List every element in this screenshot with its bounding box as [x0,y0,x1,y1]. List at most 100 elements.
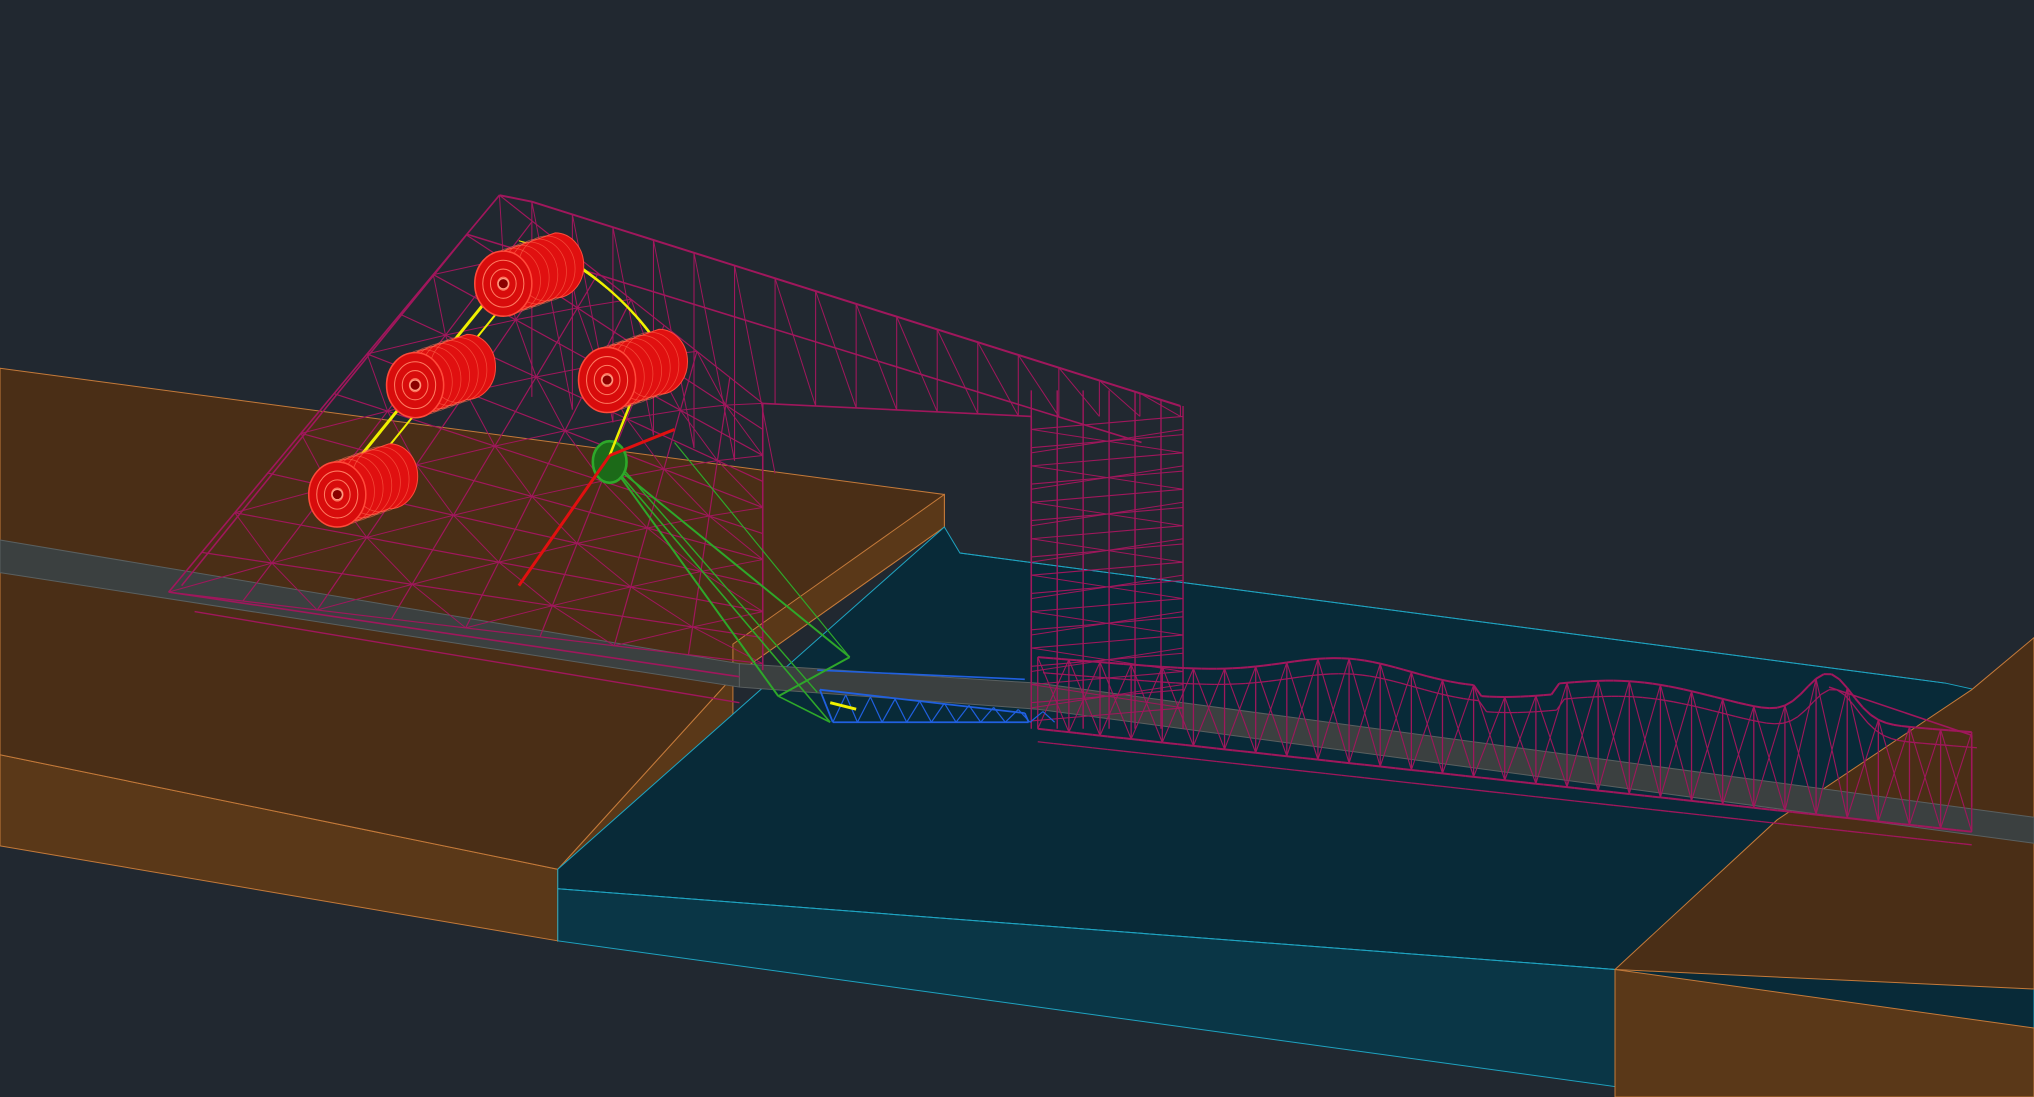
span-bottom-chord-near [1863,833,1871,834]
span-bottom-chord [1186,745,1194,746]
span-bottom-chord [1707,803,1715,804]
span-bottom-chord-near [1956,843,1964,844]
span-bottom-chord [1038,729,1046,730]
truss-diagonal [726,403,763,405]
span-bottom-chord [1536,784,1544,785]
span-bottom-chord-near [1645,809,1653,810]
span-bottom-chord-near [1769,822,1777,823]
span-bottom-chord-near [1513,794,1521,795]
span-bottom-chord-near [1334,774,1342,775]
span-bottom-chord-near [1699,815,1707,816]
span-bottom-chord-near [1084,747,1092,748]
truss-rung [1031,489,1183,502]
span-bottom-chord [1053,730,1061,731]
span-bottom-chord [1660,797,1668,798]
span-bottom-chord-near [1046,743,1054,744]
span-bottom-chord-near [1349,776,1357,777]
span-bottom-chord-near [1839,830,1847,831]
span-top-chord-near [1261,681,1269,682]
span-bottom-chord-near [1551,798,1559,799]
span-top-chord [1365,661,1373,662]
span-bottom-chord [1894,823,1902,824]
span-top-chord [1108,663,1116,664]
span-top-chord [1637,682,1645,683]
span-bottom-chord [1645,796,1653,797]
span-top-chord [1279,663,1287,664]
span-top-chord-near [1767,723,1775,724]
span-bottom-chord-near [1505,793,1513,794]
span-bottom-chord-near [1053,743,1061,744]
span-bottom-chord-near [1847,831,1855,832]
span-bottom-chord [1481,778,1489,779]
span-bottom-chord [1606,791,1614,792]
span-top-chord-near [1051,673,1059,674]
span-top-chord [1302,660,1310,661]
span-bottom-chord [1723,804,1731,805]
truss-diagonal [717,455,762,460]
span-bottom-chord [1427,772,1435,773]
span-bottom-chord [1948,829,1956,830]
span-bottom-chord-near [1263,767,1271,768]
span-bottom-chord [1964,831,1972,832]
span-bottom-chord [1653,797,1661,798]
span-bottom-chord [1396,768,1404,769]
span-bottom-chord-near [1544,798,1552,799]
span-bottom-chord-near [1715,816,1723,817]
span-bottom-chord [1155,742,1163,743]
span-top-chord [1909,727,1917,728]
span-bottom-chord-near [1396,781,1404,782]
span-bottom-chord [1248,752,1256,753]
span-bottom-chord-near [1653,810,1661,811]
span-bottom-chord-near [1100,749,1108,750]
span-bottom-chord-near [1318,773,1326,774]
pivot-hub-icon [591,439,628,485]
span-bottom-chord [1754,808,1762,809]
span-top-chord [1536,695,1544,696]
span-bottom-chord [1170,743,1178,744]
span-bottom-chord-near [1419,784,1427,785]
span-top-chord-near [1572,698,1580,699]
span-bottom-chord-near [1365,778,1373,779]
span-bottom-chord [1863,820,1871,821]
truss-diagonal [536,377,565,431]
span-top-chord [1450,682,1458,683]
span-bottom-chord [1715,803,1723,804]
span-bottom-chord-near [1116,750,1124,751]
span-bottom-chord [1489,779,1497,780]
span-bottom-chord [1824,815,1832,816]
span-bottom-chord-near [1380,780,1388,781]
span-bottom-chord [1334,761,1342,762]
span-bottom-chord-near [1248,765,1256,766]
span-bottom-chord-near [1754,821,1762,822]
span-top-chord-near [1113,678,1121,679]
span-bottom-chord [1225,749,1233,750]
span-bottom-chord-near [1497,792,1505,793]
span-top-chord [1131,665,1139,666]
span-bottom-chord [1621,793,1629,794]
span-bottom-chord [1217,748,1225,749]
span-bottom-chord [1349,763,1357,764]
bridge-wireframe-model[interactable] [0,0,2034,1097]
cad-3d-viewport[interactable] [0,0,2034,1097]
span-top-chord-near [1969,747,1977,748]
span-top-chord [1139,665,1147,666]
span-bottom-chord-near [1186,758,1194,759]
span-bottom-chord-near [1925,840,1933,841]
span-bottom-chord [1139,740,1147,741]
span-bottom-chord-near [1178,757,1186,758]
span-bottom-chord-near [1232,763,1240,764]
span-bottom-chord [1442,773,1450,774]
span-bottom-chord-near [1404,782,1412,783]
span-bottom-chord [1077,733,1085,734]
span-top-chord [1575,682,1583,683]
counterweight-drum-4-icon [577,329,688,412]
span-bottom-chord-near [1481,791,1489,792]
span-top-chord-near [1082,676,1090,677]
span-top-chord [1100,662,1108,663]
truss-diagonal [726,405,763,455]
span-top-chord-near [1954,746,1962,747]
span-bottom-chord-near [1442,786,1450,787]
span-bottom-chord-near [1738,819,1746,820]
counterweight-drum-3-icon [473,233,584,316]
span-bottom-chord-near [1217,761,1225,762]
